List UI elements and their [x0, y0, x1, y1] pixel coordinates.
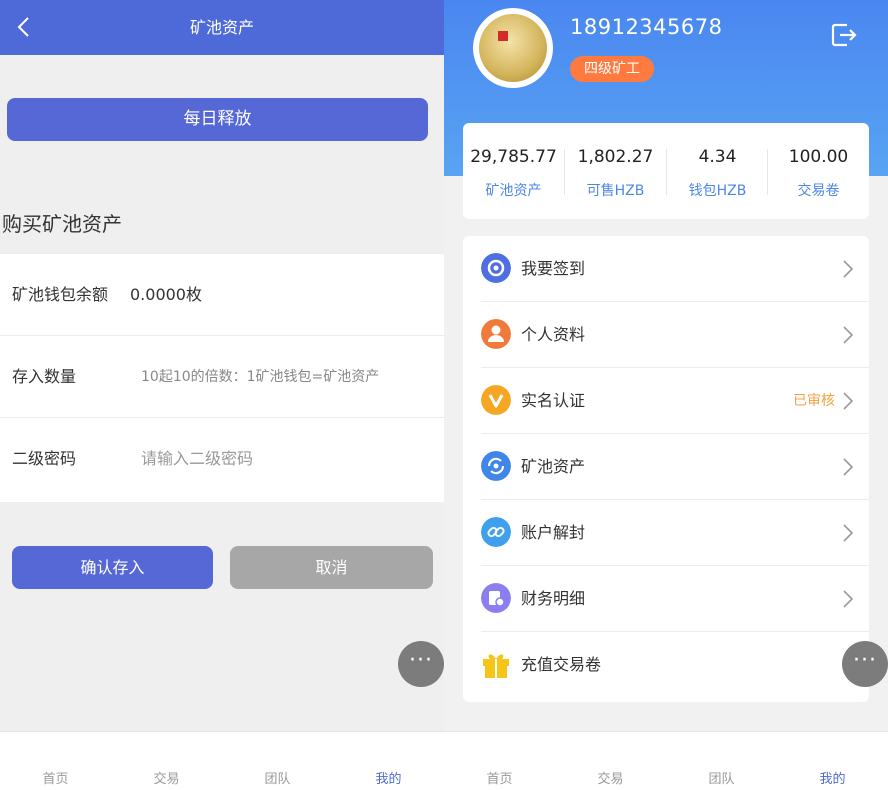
wallet-balance-label: 矿池钱包余额 — [12, 285, 109, 304]
menu-list: 我要签到 个人资料 实名认证 已审核 矿池资产 账户解封 财务明细 充值交易卷 — [463, 236, 869, 702]
verify-status: 已审核 — [793, 393, 835, 409]
chevron-right-icon — [843, 590, 853, 608]
menu-item-unlock-account[interactable]: 账户解封 — [463, 500, 869, 566]
more-icon[interactable]: ··· — [398, 641, 444, 687]
menu-label: 我要签到 — [521, 259, 586, 278]
cancel-button[interactable]: 取消 — [230, 546, 433, 589]
verify-icon — [481, 385, 511, 415]
menu-item-verify[interactable]: 实名认证 已审核 — [463, 368, 869, 434]
finance-icon — [481, 583, 511, 613]
mine-pool-asset-screen: 矿池资产 每日释放 购买矿池资产 矿池钱包余额 0.0000枚 存入数量 10起… — [0, 0, 444, 790]
more-icon[interactable]: ··· — [842, 641, 888, 687]
menu-item-recharge-voucher[interactable]: 充值交易卷 — [463, 632, 869, 698]
daily-release-button[interactable]: 每日释放 — [7, 98, 428, 141]
chevron-right-icon — [843, 260, 853, 278]
tab-team[interactable]: 团队 — [222, 732, 333, 790]
gift-icon — [483, 654, 509, 678]
unlock-link-icon — [481, 517, 511, 547]
menu-label: 充值交易卷 — [521, 655, 602, 674]
menu-label: 账户解封 — [521, 523, 586, 542]
chevron-right-icon — [843, 392, 853, 410]
tab-team[interactable]: 团队 — [666, 732, 777, 790]
stat-value: 29,785.77 — [470, 147, 557, 167]
chevron-right-icon — [843, 524, 853, 542]
phone-number: 18912345678 — [570, 15, 723, 39]
profile-icon — [481, 319, 511, 349]
menu-label: 矿池资产 — [521, 457, 586, 476]
deposit-amount-input[interactable]: 10起10的倍数：1矿池钱包=矿池资产 — [141, 336, 379, 418]
deposit-form: 矿池钱包余额 0.0000枚 存入数量 10起10的倍数：1矿池钱包=矿池资产 … — [0, 254, 444, 502]
stat-label: 交易卷 — [797, 183, 840, 199]
menu-label: 财务明细 — [521, 589, 586, 608]
wallet-balance-value: 0.0000枚 — [130, 285, 202, 304]
chevron-right-icon — [843, 458, 853, 476]
wallet-balance-row: 矿池钱包余额 0.0000枚 — [0, 254, 444, 336]
confirm-deposit-button[interactable]: 确认存入 — [12, 546, 213, 589]
tab-mine[interactable]: 我的 — [777, 732, 888, 790]
stat-value: 100.00 — [788, 147, 849, 167]
stat-value: 1,802.27 — [577, 147, 654, 167]
checkin-icon — [481, 253, 511, 283]
level-badge: 四级矿工 — [570, 56, 654, 82]
avatar[interactable] — [473, 8, 553, 88]
tab-home[interactable]: 首页 — [444, 732, 555, 790]
deposit-amount-row[interactable]: 存入数量 10起10的倍数：1矿池钱包=矿池资产 — [0, 336, 444, 418]
stat-wallet-hzb[interactable]: 4.34 钱包HZB — [667, 123, 768, 219]
section-title: 购买矿池资产 — [2, 212, 122, 236]
menu-item-checkin[interactable]: 我要签到 — [463, 236, 869, 302]
secondary-password-input[interactable]: 请输入二级密码 — [141, 418, 253, 500]
stats-card: 29,785.77 矿池资产 1,802.27 可售HZB 4.34 钱包HZB… — [463, 123, 869, 219]
page-title: 矿池资产 — [189, 18, 254, 37]
stat-label: 矿池资产 — [485, 183, 542, 199]
secondary-password-label: 二级密码 — [12, 449, 77, 468]
stat-label: 钱包HZB — [688, 183, 747, 199]
menu-label: 实名认证 — [521, 391, 586, 410]
chevron-right-icon — [843, 326, 853, 344]
secondary-password-row[interactable]: 二级密码 请输入二级密码 — [0, 418, 444, 500]
tab-bar: 首页 交易 团队 我的 — [0, 731, 444, 790]
stat-trade-voucher[interactable]: 100.00 交易卷 — [768, 123, 869, 219]
stat-label: 可售HZB — [586, 183, 645, 199]
stat-sellable-hzb[interactable]: 1,802.27 可售HZB — [565, 123, 666, 219]
tab-trade[interactable]: 交易 — [111, 732, 222, 790]
menu-item-finance-detail[interactable]: 财务明细 — [463, 566, 869, 632]
top-bar: 矿池资产 — [0, 0, 444, 55]
stat-pool-asset[interactable]: 29,785.77 矿池资产 — [463, 123, 564, 219]
coin-logo — [479, 14, 547, 82]
menu-item-profile[interactable]: 个人资料 — [463, 302, 869, 368]
logout-icon[interactable] — [829, 20, 859, 50]
tab-trade[interactable]: 交易 — [555, 732, 666, 790]
menu-item-pool-asset[interactable]: 矿池资产 — [463, 434, 869, 500]
tab-bar: 首页 交易 团队 我的 — [444, 731, 888, 790]
menu-label: 个人资料 — [521, 325, 586, 344]
seal-stamp — [498, 31, 508, 41]
pool-asset-icon — [481, 451, 511, 481]
profile-screen: 18912345678 四级矿工 29,785.77 矿池资产 1,802.27… — [444, 0, 888, 790]
stat-value: 4.34 — [698, 147, 737, 167]
deposit-amount-label: 存入数量 — [12, 367, 77, 386]
tab-home[interactable]: 首页 — [0, 732, 111, 790]
tab-mine[interactable]: 我的 — [333, 732, 444, 790]
